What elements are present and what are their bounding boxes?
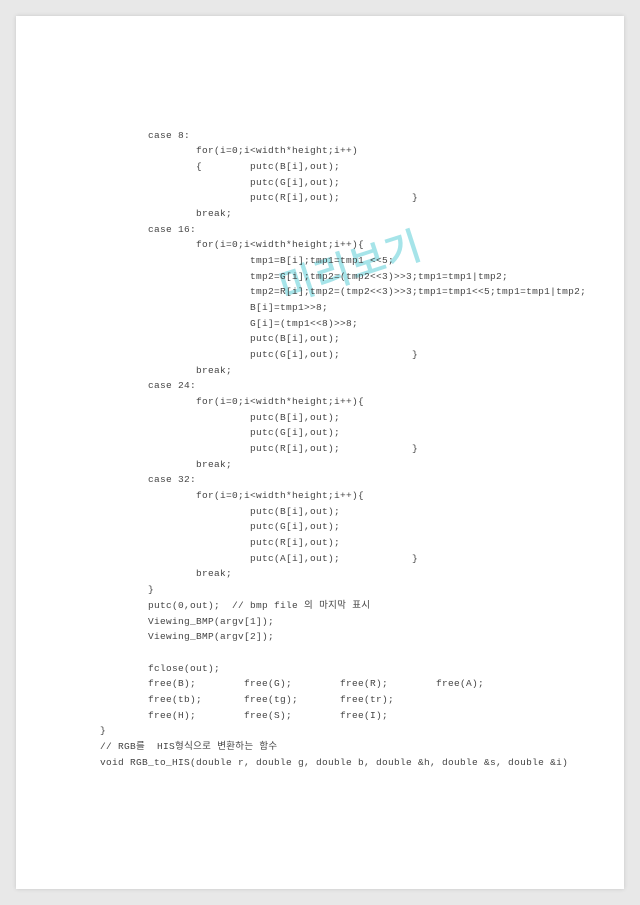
code-line: putc(B[i],out); <box>100 333 340 344</box>
code-line: break; <box>100 365 232 376</box>
code-line: putc(G[i],out); } <box>100 349 418 360</box>
code-line: for(i=0;i<width*height;i++){ <box>100 239 364 250</box>
code-line: void RGB_to_HIS(double r, double g, doub… <box>100 757 568 768</box>
code-line: putc(R[i],out); <box>100 537 340 548</box>
code-line: for(i=0;i<width*height;i++) <box>100 145 358 156</box>
code-line: case 16: <box>100 224 196 235</box>
code-line: putc(B[i],out); <box>100 412 340 423</box>
code-line: putc(G[i],out); <box>100 177 340 188</box>
code-line: case 8: <box>100 130 190 141</box>
code-line: free(H); free(S); free(I); <box>100 710 388 721</box>
code-line: tmp2=R[i];tmp2=(tmp2<<3)>>3;tmp1=tmp1<<5… <box>100 286 586 297</box>
code-line: } <box>100 584 154 595</box>
code-line: putc(B[i],out); <box>100 506 340 517</box>
code-block: case 8: for(i=0;i<width*height;i++) { pu… <box>100 112 584 786</box>
code-line: } <box>100 725 106 736</box>
code-line: B[i]=tmp1>>8; <box>100 302 328 313</box>
code-line: case 32: <box>100 474 196 485</box>
code-line: tmp1=B[i];tmp1=tmp1 <<5; <box>100 255 394 266</box>
code-line: case 24: <box>100 380 196 391</box>
code-line: putc(R[i],out); } <box>100 192 418 203</box>
code-line: G[i]=(tmp1<<8)>>8; <box>100 318 358 329</box>
code-line: Viewing_BMP(argv[2]); <box>100 631 274 642</box>
code-line: break; <box>100 208 232 219</box>
code-line: putc(G[i],out); <box>100 521 340 532</box>
code-line: fclose(out); <box>100 663 220 674</box>
code-line: // RGB를 HIS형식으로 변환하는 함수 <box>100 741 277 752</box>
code-line: free(B); free(G); free(R); free(A); <box>100 678 484 689</box>
code-line: putc(0,out); // bmp file 의 마지막 표시 <box>100 600 370 611</box>
code-line: putc(R[i],out); } <box>100 443 418 454</box>
code-line: putc(A[i],out); } <box>100 553 418 564</box>
code-line: tmp2=G[i];tmp2=(tmp2<<3)>>3;tmp1=tmp1|tm… <box>100 271 508 282</box>
code-line: for(i=0;i<width*height;i++){ <box>100 396 364 407</box>
code-line: free(tb); free(tg); free(tr); <box>100 694 394 705</box>
code-line: putc(G[i],out); <box>100 427 340 438</box>
code-line: { putc(B[i],out); <box>100 161 340 172</box>
code-line: break; <box>100 568 232 579</box>
code-line: Viewing_BMP(argv[1]); <box>100 616 274 627</box>
document-page: 미리보기 case 8: for(i=0;i<width*height;i++)… <box>16 16 624 889</box>
code-line: break; <box>100 459 232 470</box>
code-line: for(i=0;i<width*height;i++){ <box>100 490 364 501</box>
